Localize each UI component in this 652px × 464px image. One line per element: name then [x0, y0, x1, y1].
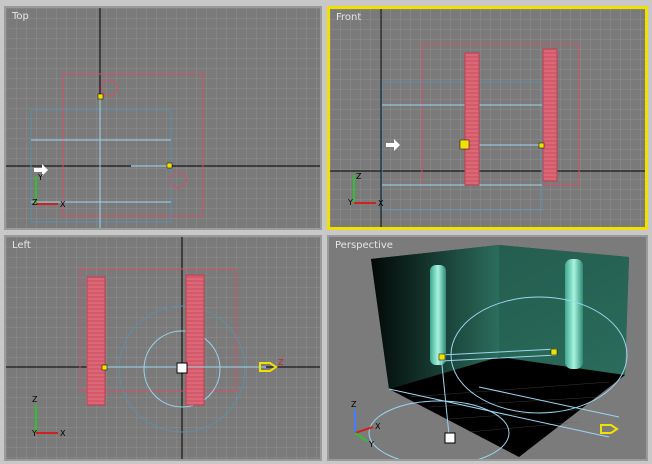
viewport-label-top[interactable]: Top — [12, 11, 29, 22]
light-target-handle[interactable] — [550, 348, 558, 356]
light-target-handle[interactable] — [538, 142, 545, 149]
svg-text:Z: Z — [32, 198, 38, 207]
viewport-front[interactable]: Front Y X Z — [327, 6, 648, 230]
svg-text:Y: Y — [31, 429, 37, 438]
light-handle[interactable] — [166, 162, 173, 169]
top-view-canvas: Z X Y — [6, 8, 320, 228]
light-handle[interactable] — [101, 364, 108, 371]
svg-text:X: X — [375, 422, 381, 431]
viewport-label-perspective[interactable]: Perspective — [335, 240, 393, 251]
column-left[interactable] — [464, 52, 480, 186]
svg-text:Y: Y — [368, 440, 374, 449]
camera-icon[interactable] — [176, 362, 188, 374]
column-right[interactable] — [185, 274, 205, 406]
cyan-column-left[interactable] — [430, 265, 446, 365]
viewport-label-front[interactable]: Front — [336, 12, 361, 23]
column-left[interactable] — [86, 276, 106, 406]
svg-text:Z: Z — [351, 400, 357, 409]
camera-icon[interactable] — [444, 432, 456, 444]
viewport-top[interactable]: Top Z X Y — [4, 6, 322, 230]
perspective-view-canvas: Z X Y — [329, 237, 646, 459]
right-wall — [499, 245, 629, 375]
svg-text:Z: Z — [356, 172, 362, 181]
viewport-left[interactable]: Left Z Z X Y — [4, 235, 322, 461]
grid — [6, 8, 320, 228]
light-handle[interactable] — [459, 139, 470, 150]
light-handle[interactable] — [438, 353, 446, 361]
light-target-handle[interactable] — [97, 93, 104, 100]
svg-text:X: X — [60, 200, 66, 209]
svg-text:X: X — [378, 199, 384, 208]
svg-text:Z: Z — [278, 358, 284, 367]
viewport-perspective[interactable]: Perspective Z X Y — [327, 235, 648, 461]
viewport-label-left[interactable]: Left — [12, 240, 31, 251]
left-view-canvas: Z Z X Y — [6, 237, 320, 459]
column-right[interactable] — [542, 48, 558, 182]
svg-text:X: X — [60, 429, 66, 438]
svg-text:Y: Y — [347, 198, 353, 207]
cyan-column-right[interactable] — [565, 259, 583, 369]
front-view-canvas: Y X Z — [330, 9, 645, 227]
svg-text:Y: Y — [37, 173, 43, 182]
svg-text:Z: Z — [32, 395, 38, 404]
